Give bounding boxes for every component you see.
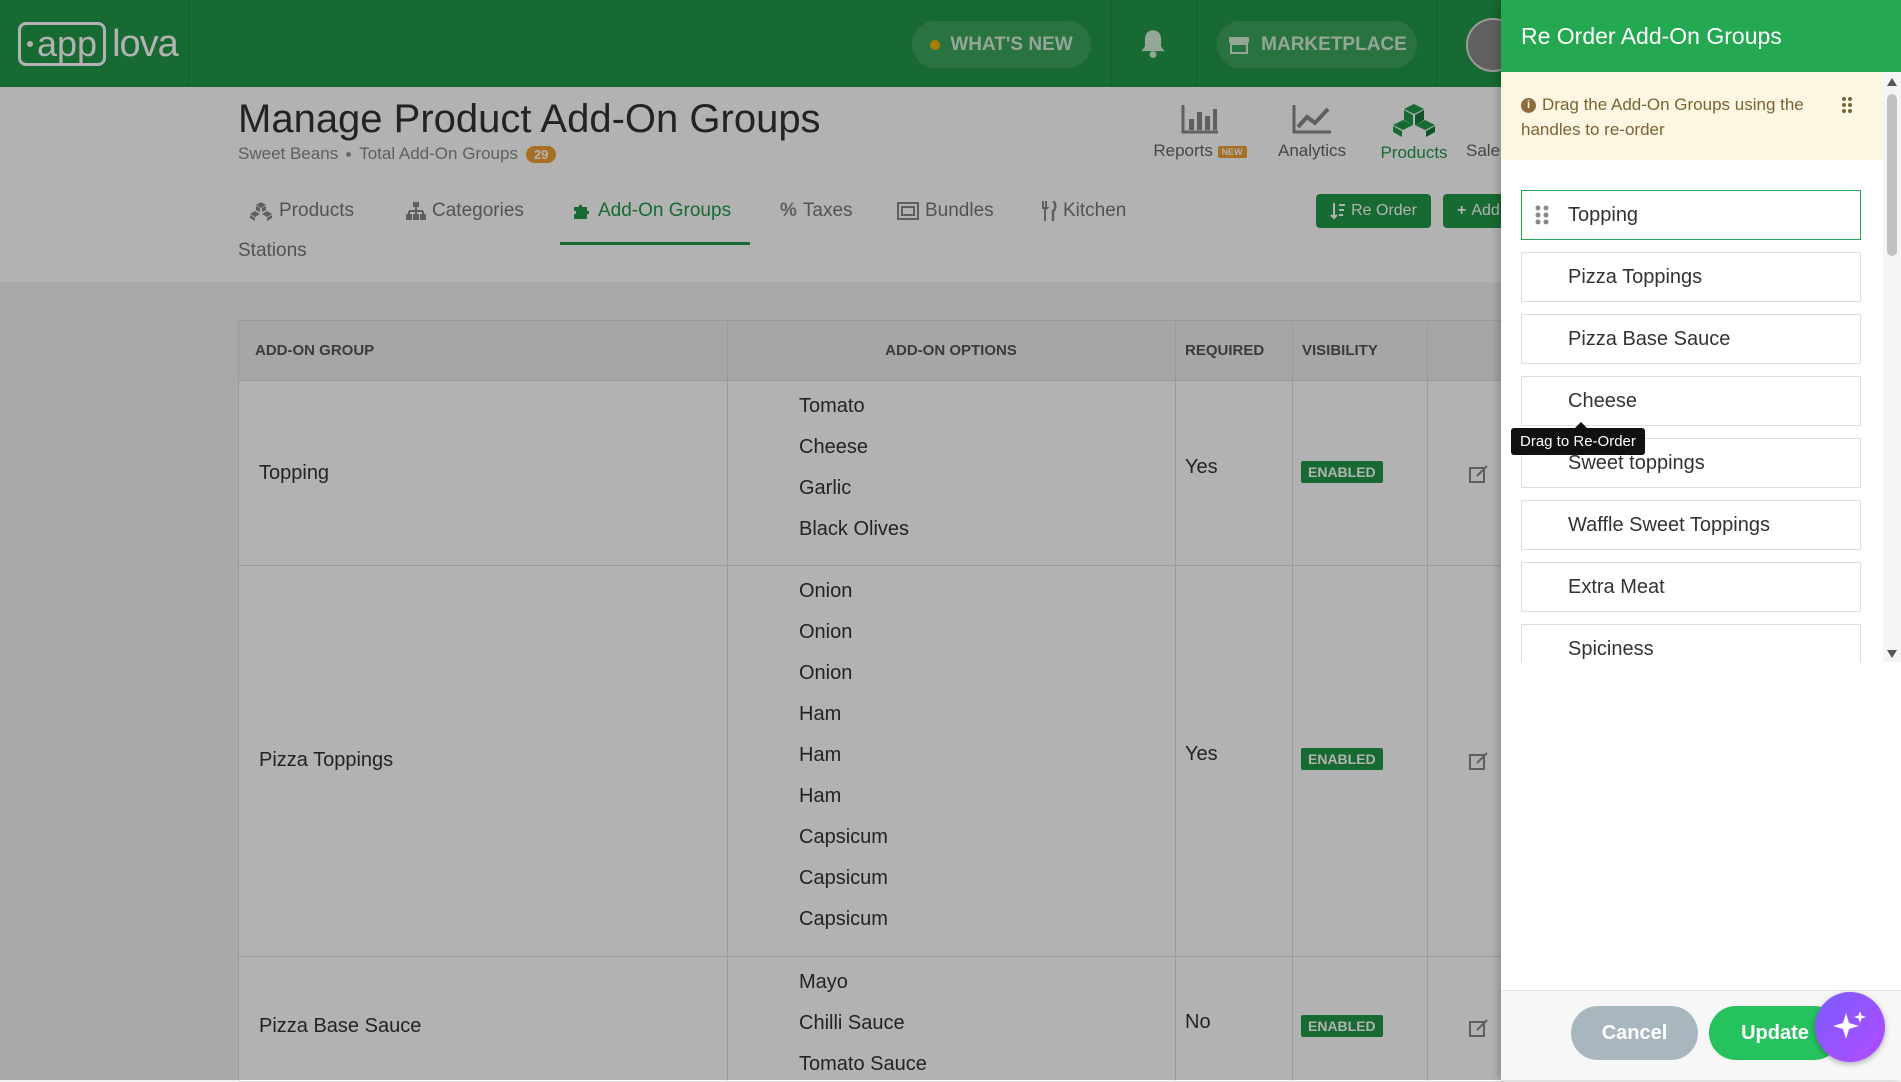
- modal-backdrop[interactable]: [0, 0, 1501, 1080]
- cancel-button[interactable]: Cancel: [1571, 1006, 1698, 1060]
- ai-assistant-button[interactable]: [1815, 992, 1885, 1062]
- sparkle-icon: [1833, 1011, 1866, 1039]
- reorder-item-label: Cheese: [1568, 389, 1637, 412]
- reorder-item[interactable]: Pizza Base Sauce: [1521, 314, 1861, 364]
- reorder-item[interactable]: Extra Meat: [1521, 562, 1861, 612]
- drag-handle-icon: [1842, 97, 1852, 113]
- reorder-item[interactable]: Cheese: [1521, 376, 1861, 426]
- scroll-down-arrow-icon[interactable]: [1887, 650, 1897, 658]
- reorder-item-label: Pizza Base Sauce: [1568, 327, 1731, 350]
- scroll-up-arrow-icon[interactable]: [1887, 78, 1897, 86]
- reorder-item-label: Pizza Toppings: [1568, 265, 1703, 288]
- info-icon: i: [1521, 98, 1536, 113]
- reorder-item[interactable]: Waffle Sweet Toppings: [1521, 500, 1861, 550]
- reorder-item-label: Spiciness: [1568, 637, 1654, 660]
- reorder-notice: i Drag the Add-On Groups using the handle…: [1501, 72, 1883, 160]
- scrollbar-thumb[interactable]: [1887, 94, 1897, 256]
- panel-scrollbar[interactable]: [1883, 72, 1901, 662]
- panel-title: Re Order Add-On Groups: [1501, 0, 1901, 72]
- drag-handle-icon[interactable]: [1535, 205, 1549, 225]
- reorder-item[interactable]: Pizza Toppings: [1521, 252, 1861, 302]
- reorder-panel: Re Order Add-On Groups i Drag the Add-On …: [1501, 0, 1901, 1080]
- notice-text: Drag the Add-On Groups using the handles…: [1521, 95, 1804, 139]
- reorder-item[interactable]: Topping: [1521, 190, 1861, 240]
- reorder-list: Topping Pizza Toppings Pizza Base Sauce …: [1501, 190, 1883, 662]
- reorder-item-label: Extra Meat: [1568, 575, 1665, 598]
- reorder-item-label: Topping: [1568, 203, 1639, 226]
- reorder-item-label: Waffle Sweet Toppings: [1568, 513, 1770, 536]
- reorder-item[interactable]: Spiciness: [1521, 624, 1861, 662]
- drag-tooltip: Drag to Re-Order: [1511, 422, 1645, 455]
